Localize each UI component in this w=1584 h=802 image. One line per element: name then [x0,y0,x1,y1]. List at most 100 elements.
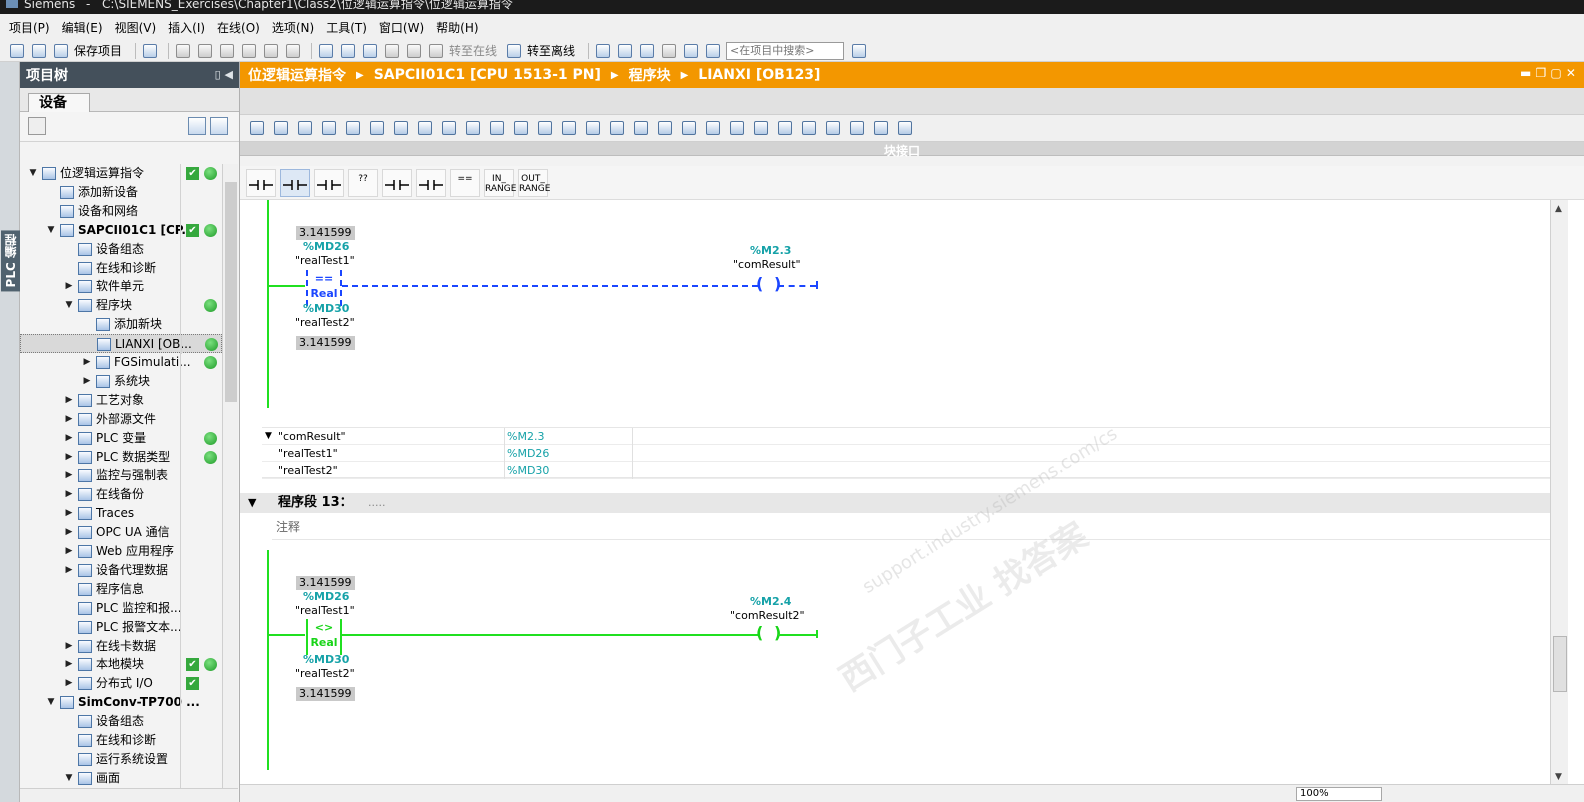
menu-tools[interactable]: 工具(T) [321,19,372,36]
scroll-down-icon[interactable]: ▼ [1555,772,1562,782]
download-icon[interactable] [339,42,357,60]
tree-item[interactable]: ▶ Web 应用程序 [20,542,222,561]
tree-item[interactable]: ▶ FGSimulati... [20,353,222,372]
instruction-in-range-button[interactable]: IN_ RANGE [484,169,516,197]
tree-overview-icon[interactable] [188,117,206,135]
tree-item[interactable]: ▶ 分布式 I/O ✔ [20,674,222,694]
undo-icon[interactable] [262,42,280,60]
operand-tag[interactable]: "realTest2" [295,667,355,680]
editor-window-controls-icon[interactable]: ▬ ❐ ▢ ✕ [1520,66,1576,80]
instruction-coil-button[interactable] [314,169,344,197]
cross-reference-icon[interactable] [616,42,634,60]
network-comments-icon[interactable] [440,119,458,137]
expand-open-icon[interactable]: ▼ [46,221,56,240]
compare-icon[interactable] [680,119,698,137]
menu-help[interactable]: 帮助(H) [431,19,483,36]
menu-online[interactable]: 在线(O) [212,19,265,36]
expand-closed-icon[interactable]: ▶ [82,372,92,391]
collapse-triangle-icon[interactable]: ▼ [248,493,256,513]
show-comments-icon[interactable] [416,119,434,137]
tree-item[interactable]: ▶ OPC UA 通信 [20,523,222,543]
tree-item[interactable]: ▶ 在线卡数据 [20,636,222,656]
show-favorites-icon[interactable] [392,119,410,137]
expand-closed-icon[interactable]: ▶ [64,542,74,561]
open-project-icon[interactable] [30,42,48,60]
split-horizontal-icon[interactable] [682,42,700,60]
expand-closed-icon[interactable]: ▶ [64,504,74,523]
collapse-toggle-icon[interactable]: ▼ [265,428,272,445]
breadcrumb-block[interactable]: LIANXI [OB123] [698,67,820,83]
expand-closed-icon[interactable]: ▶ [64,655,74,674]
paste-icon[interactable] [218,42,236,60]
menu-insert[interactable]: 插入(I) [163,19,210,36]
open-all-networks-icon[interactable] [536,119,554,137]
compare-instruction[interactable]: <> Real [306,619,342,655]
simulation-icon[interactable] [383,42,401,60]
accessible-devices-icon[interactable] [594,42,612,60]
tree-item[interactable]: 设备和网络 [20,201,222,221]
tree-horizontal-scrollbar[interactable] [20,788,238,802]
insert-network-icon[interactable] [248,119,266,137]
tree-sync-icon[interactable] [210,117,228,135]
tree-item[interactable]: ▶ 软件单元 [20,277,222,297]
menu-window[interactable]: 窗口(W) [374,19,429,36]
coil-tag[interactable]: "comResult" [733,258,801,271]
go-offline-button[interactable]: 转至离线 [527,42,575,59]
add-row-icon[interactable] [320,119,338,137]
modify-icon[interactable] [896,119,914,137]
breakpoint-icon[interactable] [776,119,794,137]
expand-closed-icon[interactable]: ▶ [64,561,74,580]
instruction-no-contact-button[interactable] [246,169,276,197]
tree-item[interactable]: PLC 报警文本... [20,617,222,637]
scroll-up-icon[interactable]: ▲ [1555,204,1562,214]
breadcrumb-project[interactable]: 位逻辑运算指令 [248,65,346,85]
monitor-icon[interactable] [464,119,482,137]
network-13-header[interactable]: ▼ 程序段 13： ..... [240,493,1550,513]
tree-item[interactable]: 添加新块 [20,315,222,335]
compare-instruction[interactable]: == Real [306,270,342,306]
tree-item[interactable]: 在线和诊断 [20,258,222,278]
new-project-icon[interactable] [8,42,26,60]
delete-network-icon[interactable] [272,119,290,137]
upload-icon[interactable] [361,42,379,60]
menu-edit[interactable]: 编辑(E) [57,19,108,36]
tree-item[interactable]: 运行系统设置 [20,749,222,769]
redo-icon[interactable] [284,42,302,60]
table-row[interactable]: "realTest1" %MD26 [262,445,1550,462]
tree-item[interactable]: ▶ PLC 变量 [20,428,222,448]
close-all-icon[interactable] [660,42,678,60]
tree-item[interactable]: ▼ SAPCII01C1 [CP... ✔ [20,220,222,240]
copy-icon[interactable] [196,42,214,60]
tree-item[interactable]: ▶ 监控与强制表 [20,466,222,486]
menu-options[interactable]: 选项(N) [267,19,319,36]
go-offline-icon[interactable] [505,42,523,60]
tree-item[interactable]: ▶ 在线备份 [20,485,222,505]
print-icon[interactable] [141,42,159,60]
tree-item[interactable]: ▼ 程序块 [20,296,222,316]
go-online-button[interactable]: 转至在线 [449,42,497,59]
toggle-icon[interactable] [344,119,362,137]
expand-closed-icon[interactable]: ▶ [64,391,74,410]
tree-item[interactable]: 设备组态 [20,712,222,732]
instruction-empty-box-button[interactable]: ?? [348,169,378,197]
tree-item[interactable]: ▶ 外部源文件 [20,409,222,429]
close-all-networks-icon[interactable] [560,119,578,137]
start-simulation-icon[interactable] [405,42,423,60]
tree-item[interactable]: 添加新设备 [20,182,222,202]
breadcrumb-program-blocks[interactable]: 程序块 [629,65,671,85]
tree-item[interactable]: ▼ 位逻辑运算指令 ✔ [20,164,222,183]
go-to-error-icon[interactable] [608,119,626,137]
tab-devices[interactable]: 设备 [28,93,90,113]
find-icon[interactable] [704,119,722,137]
coil-tag[interactable]: "comResult2" [730,609,805,622]
load-icon[interactable] [848,119,866,137]
tree-item[interactable]: ▶ 系统块 [20,371,222,391]
step-icon[interactable] [800,119,818,137]
save-icon[interactable] [52,42,70,60]
absolute-relative-icon[interactable] [368,119,386,137]
expand-closed-icon[interactable]: ▶ [64,523,74,542]
tree-item[interactable]: ▶ 本地模块 ✔ [20,655,222,675]
compile-icon[interactable] [317,42,335,60]
breadcrumb-device[interactable]: SAPCII01C1 [CPU 1513-1 PN] [374,67,601,83]
expand-open-icon[interactable]: ▼ [28,164,38,183]
